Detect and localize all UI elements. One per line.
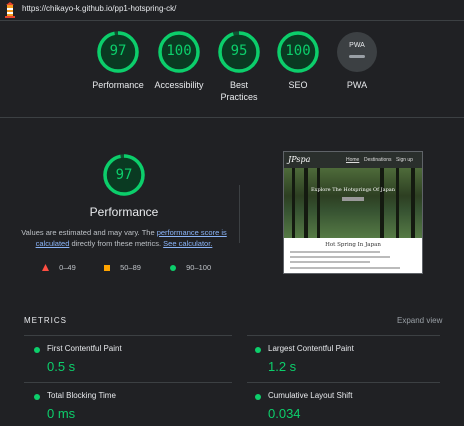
tree-trunk	[380, 168, 384, 238]
metric-title: First Contentful Paint	[47, 344, 122, 353]
metric-value: 1.2 s	[268, 359, 297, 374]
metrics-header: METRICS	[24, 316, 67, 325]
preview-nav-destinations: Destinations	[364, 157, 392, 163]
preview-text-line	[290, 261, 370, 263]
preview-text-line	[290, 251, 380, 253]
description-text-1: Values are estimated and may vary. The	[21, 228, 157, 237]
gauge-label: PWA	[346, 80, 368, 90]
tree-trunk	[396, 168, 399, 238]
preview-brand: JPspa	[288, 155, 311, 164]
metric-title: Cumulative Layout Shift	[268, 391, 353, 400]
page-url[interactable]: https://chikayo-k.github.io/pp1-hotsprin…	[22, 4, 176, 13]
gauge-label: Accessibility	[154, 80, 204, 90]
gauge-label-line2: Practices	[220, 92, 258, 102]
metric-cumulative-layout-shift: Cumulative Layout Shift 0.034	[255, 391, 445, 421]
pwa-badge-icon	[337, 32, 377, 72]
metric-first-contentful-paint: First Contentful Paint 0.5 s	[34, 344, 224, 374]
legend-pass: 90–100	[170, 263, 211, 272]
metric-title: Largest Contentful Paint	[268, 344, 354, 353]
calculator-link[interactable]: See calculator.	[163, 239, 212, 248]
pass-circle-icon	[255, 394, 261, 400]
tree-trunk	[411, 168, 415, 238]
legend-pass-range: 90–100	[186, 263, 212, 272]
legend-fail: 0–49	[42, 263, 76, 272]
metric-divider	[247, 382, 440, 383]
preview-nav-home: Home	[346, 157, 360, 163]
gauge-label: Performance	[92, 80, 144, 90]
gauge-pwa[interactable]: PWA PWA	[322, 30, 392, 91]
metric-largest-contentful-paint: Largest Contentful Paint 1.2 s	[255, 344, 445, 374]
address-bar: https://chikayo-k.github.io/pp1-hotsprin…	[0, 0, 464, 21]
metric-value: 0.034	[268, 406, 301, 421]
gauge-label: SEO	[288, 80, 308, 90]
legend-average-range: 50–89	[120, 263, 141, 272]
metric-total-blocking-time: Total Blocking Time 0 ms	[34, 391, 224, 421]
performance-score: 97	[115, 167, 133, 183]
pass-circle-icon	[34, 347, 40, 353]
preview-nav-signup: Sign up	[396, 157, 413, 163]
tree-trunk	[304, 168, 308, 238]
circle-icon	[170, 265, 176, 271]
preview-text-line	[290, 267, 400, 269]
preview-text-line	[290, 256, 390, 258]
metric-divider	[247, 335, 440, 336]
metric-divider	[24, 335, 232, 336]
description-text-2: directly from these metrics.	[69, 239, 164, 248]
metric-title: Total Blocking Time	[47, 391, 116, 400]
preview-heading: Hot Spring In Japan	[325, 242, 381, 248]
metric-value: 0.5 s	[47, 359, 76, 374]
lighthouse-logo-icon	[5, 2, 15, 18]
summary-gauges: 97 Performance 100 Accessibility 95 Best…	[0, 22, 464, 117]
triangle-icon	[42, 264, 49, 271]
gauge-performance[interactable]: 97 Performance	[83, 30, 153, 91]
square-icon	[104, 265, 110, 271]
pass-circle-icon	[255, 347, 261, 353]
tree-trunk	[292, 168, 295, 238]
legend-average: 50–89	[104, 263, 141, 272]
preview-hero-button	[342, 197, 364, 201]
preview-hero-text: Explore The Hotsprings Of Japan	[311, 187, 395, 193]
performance-title: Performance	[89, 205, 159, 219]
pass-circle-icon	[34, 394, 40, 400]
final-screenshot-preview[interactable]: JPspa Home Destinations Sign up Explore …	[283, 151, 423, 274]
performance-description: Values are estimated and may vary. The p…	[20, 227, 228, 249]
gauge-score: 97	[109, 43, 127, 59]
pwa-badge-text: PWA	[349, 42, 365, 49]
section-divider	[0, 117, 464, 118]
legend-fail-range: 0–49	[59, 263, 76, 272]
vertical-divider	[239, 185, 240, 243]
metric-value: 0 ms	[47, 406, 76, 421]
gauge-label-line1: Best	[229, 80, 248, 90]
tree-trunk	[317, 168, 320, 238]
metric-divider	[24, 382, 232, 383]
expand-view-button[interactable]: Expand view	[397, 316, 442, 325]
